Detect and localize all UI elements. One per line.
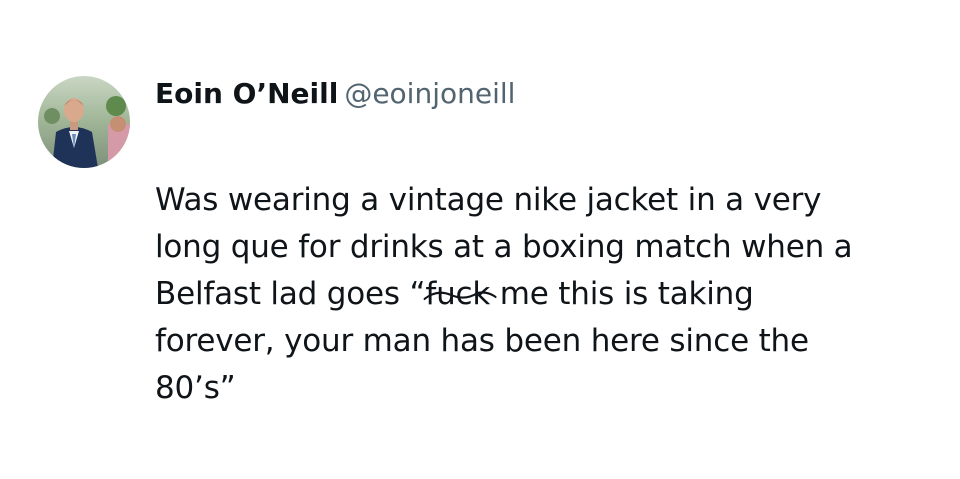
scribble-mark-icon bbox=[423, 291, 497, 301]
tweet-text: Was wearing a vintage nike jacket in a v… bbox=[155, 177, 945, 412]
tweet-text-line: long que for drinks at a boxing match wh… bbox=[155, 229, 853, 265]
scribbled-word: fuck bbox=[423, 271, 497, 318]
tweet-text-segment: me this is taking bbox=[490, 276, 754, 312]
tweet-card: Eoin O’Neill @eoinjoneill Was wearing a v… bbox=[0, 0, 960, 479]
author-handle[interactable]: @eoinjoneill bbox=[344, 77, 515, 110]
author-avatar[interactable] bbox=[38, 76, 130, 168]
tweet-text-segment: Belfast lad goes “ bbox=[155, 276, 426, 312]
tweet-header: Eoin O’Neill @eoinjoneill bbox=[155, 74, 515, 114]
tweet-text-line: Belfast lad goes “fuck me this is taking bbox=[155, 271, 945, 318]
tweet-text-line: 80’s” bbox=[155, 370, 236, 406]
profile-photo-icon bbox=[38, 76, 130, 168]
author-display-name[interactable]: Eoin O’Neill bbox=[155, 77, 338, 110]
tweet-text-line: Was wearing a vintage nike jacket in a v… bbox=[155, 182, 822, 218]
tweet-text-line: forever, your man has been here since th… bbox=[155, 323, 809, 359]
